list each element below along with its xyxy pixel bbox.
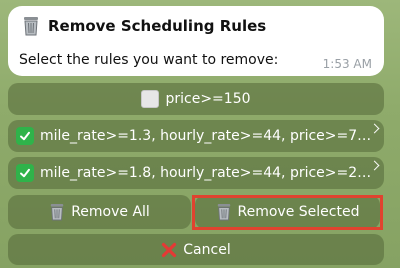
rule-button-2[interactable]: mile_rate>=1.3, hourly_rate>=44, price>=… (8, 120, 384, 152)
message-title-text: Remove Scheduling Rules (48, 17, 267, 35)
rule-button-1[interactable]: price>=150 (8, 83, 384, 115)
check-mark-icon (16, 127, 34, 145)
message-title: Remove Scheduling Rules (22, 16, 266, 36)
remove-all-button[interactable]: Remove All (8, 195, 191, 229)
rule-button-3[interactable]: mile_rate>=1.8, hourly_rate>=44, price>=… (8, 157, 384, 189)
check-mark-icon (16, 164, 34, 182)
remove-all-label: Remove All (71, 204, 150, 220)
empty-checkbox-icon (141, 90, 160, 108)
rule-button-3-label: mile_rate>=1.8, hourly_rate>=44, price>=… (40, 165, 374, 181)
rule-button-2-label: mile_rate>=1.3, hourly_rate>=44, price>=… (40, 128, 374, 144)
cross-mark-icon (161, 242, 177, 258)
remove-selected-button[interactable]: Remove Selected (195, 195, 380, 229)
bot-message-bubble: Remove Scheduling Rules Select the rules… (8, 6, 384, 76)
wastebasket-icon (49, 203, 65, 221)
wastebasket-icon (22, 16, 40, 36)
rule-button-1-label: price>=150 (165, 91, 251, 107)
cancel-button[interactable]: Cancel (8, 234, 384, 265)
message-text: Select the rules you want to remove: (19, 52, 279, 68)
message-timestamp: 1:53 AM (322, 57, 372, 71)
cancel-label: Cancel (183, 241, 231, 258)
wastebasket-icon (216, 203, 232, 221)
remove-selected-label: Remove Selected (237, 204, 360, 220)
